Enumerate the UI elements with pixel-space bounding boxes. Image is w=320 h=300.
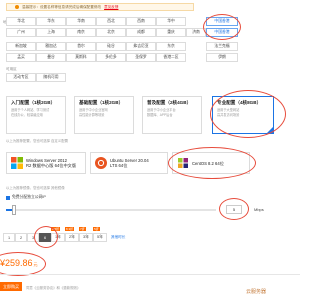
ip-checkbox-label: 免费分配独立公网IP (12, 195, 46, 199)
agreement-text[interactable]: 同意《云服务协议》和《退款规则》 (26, 285, 80, 290)
duration-option[interactable]: 1 (3, 233, 15, 242)
discount-tag: 8.3折 (65, 227, 75, 231)
region-item[interactable]: 华中 (156, 17, 186, 26)
config-title: 普及配置（2核4GB） (147, 100, 192, 105)
duration-option[interactable]: 5年 (93, 233, 107, 242)
region-item[interactable]: 西北 (96, 17, 126, 26)
slider-handle[interactable] (12, 205, 16, 215)
duration-option[interactable]: 2年 (65, 233, 79, 242)
tip-link[interactable]: 意见反馈 (104, 5, 118, 10)
watermark: 云服务器 (246, 289, 267, 295)
config-title: 入门配置（1核2GB） (11, 100, 56, 105)
zone-item[interactable]: 上海 (36, 28, 66, 37)
subzone-item[interactable]: 弗吉尼亚 (126, 42, 156, 51)
az-item[interactable]: 随机可用 (36, 73, 66, 82)
windows-icon (11, 157, 23, 169)
bandwidth-unit: Mbps (254, 207, 264, 212)
zone-item[interactable]: 南京 (66, 28, 96, 37)
warning-icon (15, 5, 19, 9)
highlight-circle (210, 90, 286, 138)
zone-item[interactable]: 重庆 (156, 28, 186, 37)
duration-option[interactable]: 2 (15, 233, 27, 242)
duration-option[interactable]: 3年 (79, 233, 93, 242)
subzone-item[interactable]: 多伦多 (96, 53, 126, 62)
config-desc: 在线办公、轻量级应用 (11, 112, 43, 117)
region-item[interactable]: 华南 (66, 17, 96, 26)
highlight-circle (34, 226, 58, 248)
zone-item[interactable]: 北京 (96, 28, 126, 37)
config-card[interactable]: 基础配置（1核2GB） 适用于中小企业官网 高性能计算等场景 (74, 96, 134, 134)
subzone-item[interactable]: 伊朗 (206, 53, 238, 62)
bandwidth-slider-track[interactable] (6, 209, 216, 211)
config-card[interactable]: 普及配置（2核4GB） 适用于中小企业平台 数据库、APP后台 (142, 96, 202, 134)
subzone-item[interactable]: 圣保罗 (126, 53, 156, 62)
highlight-circle (219, 198, 249, 220)
ip-checkbox-row[interactable]: 免费分配独立公网IP (6, 195, 46, 200)
config-note: 以上为推荐配置，您也可选择 自定义配置 (6, 139, 68, 143)
az-item[interactable]: 活动专区 (6, 73, 36, 82)
config-desc: 高性能计算等场景 (79, 112, 105, 117)
image-card[interactable]: Ubuntu Server 20.04 LTS 64位 (90, 152, 168, 174)
image-note: 以上为推荐镜像，您也可选择 其他镜像 (6, 186, 65, 190)
region-item[interactable]: 华东 (36, 17, 66, 26)
subzone-item[interactable]: 孟买 (6, 53, 36, 62)
tip-bar: 温馨提示：设置名称等信息请完成后确保配置修改 意见反馈 (6, 3, 194, 11)
subzone-item[interactable]: 莫斯科 (66, 53, 96, 62)
az-label: 可用区 (6, 67, 17, 71)
subzone-item[interactable]: 香港二区 (156, 53, 186, 62)
config-card[interactable]: 入门配置（1核2GB） 适用于个人网站、学习测试 在线办公、轻量级应用 (6, 96, 66, 134)
more-duration-link[interactable]: 其他时长 (111, 235, 125, 240)
discount-tag: 5折 (93, 227, 100, 231)
divider (0, 274, 300, 275)
region-item[interactable]: 华北 (6, 17, 36, 26)
subzone-item[interactable]: 曼谷 (36, 53, 66, 62)
subzone-item[interactable]: 新加坡 (6, 42, 36, 51)
image-sub: LTS 64位 (110, 163, 128, 168)
image-card[interactable]: Windows Server 2012 R2 数据中心版 64位中文版 (6, 152, 86, 174)
subzone-item[interactable]: 首尔 (66, 42, 96, 51)
zone-item[interactable]: 广州 (6, 28, 36, 37)
subzone-item[interactable]: 东京 (156, 42, 186, 51)
checkbox-icon[interactable] (6, 195, 10, 200)
config-desc: 数据库、APP后台 (147, 112, 173, 117)
region-item[interactable]: 西南 (126, 17, 156, 26)
highlight-circle (168, 147, 256, 179)
subzone-item[interactable]: 法兰克福 (206, 42, 238, 51)
zone-item[interactable]: 成都 (126, 28, 156, 37)
highlight-circle (0, 252, 46, 276)
ubuntu-icon (95, 157, 107, 169)
tip-text: 温馨提示：设置名称等信息请完成后确保配置修改 (22, 4, 102, 9)
buy-button[interactable]: 立即购买 (0, 282, 22, 291)
subzone-item[interactable]: 雅加达 (36, 42, 66, 51)
highlight-circle (203, 14, 241, 40)
image-sub: R2 数据中心版 64位中文版 (26, 163, 77, 168)
subzone-item[interactable]: 硅谷 (96, 42, 126, 51)
discount-tag: 7折 (79, 227, 86, 231)
config-title: 基础配置（1核2GB） (79, 100, 124, 105)
